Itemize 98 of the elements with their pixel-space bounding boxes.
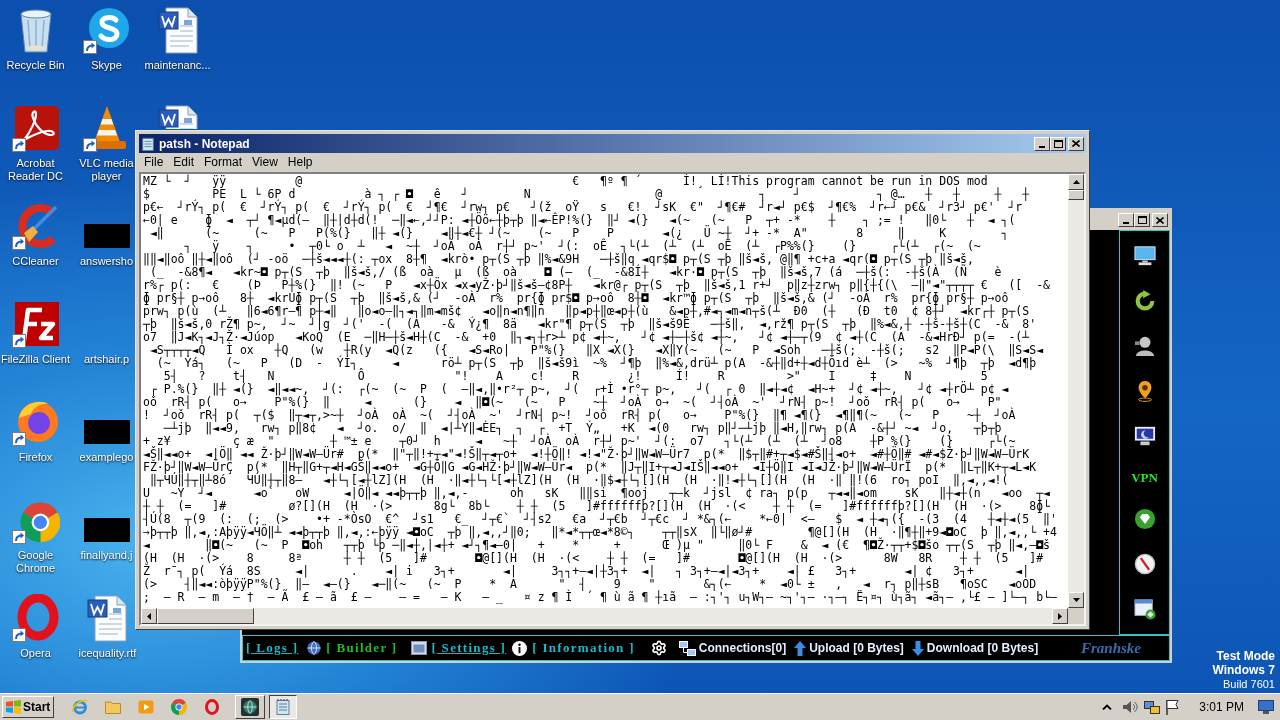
menu-item[interactable]: File: [139, 155, 169, 170]
flag-icon[interactable]: [1165, 699, 1180, 715]
arrow-up-icon: [1072, 180, 1080, 184]
menu-item[interactable]: Edit: [168, 155, 200, 170]
scroll-right-button[interactable]: [1052, 608, 1068, 624]
text-line: r%┌ p(: € (Þ P┼%(} ‖! (~ P ◄x┼Öx ◄x◄yŽ·þ┘‖š◄š–¢8P┼ ◄kr@┌ p┬(S ┬þ ‖š◄š,1 r+┘ p‖z┼zrw┐ p‖{┼{(\ –‖"◄"┬┬┬┬ € ([ -&: [143, 279, 1050, 292]
text-line: ┐ ÿ ┐ • ┬0└ o ┴ ◄ ~┼ ┘oÀ oÀ r┼┘ p~' ┘(: oÊ ┐└(┴ (┴ (┴ oË (┴ ┌P%%(} (} ┌└(┴ ┌(~ (~: [183, 240, 981, 253]
image-thumbnail[interactable]: [83, 518, 130, 542]
text-line: ◄ ‖◘(~ (~ P ◘oh ┬┬þ └þ ─‖◄┼,|◄┼+ ◄┘┐¶◄–0| + * + Œ )µ " ‖0└ F & ◄ (€ ¶◘Ž·┬┬+$◘šo ┬┬(S ┬þ ‖◄,–◘š: [143, 539, 1050, 552]
maximize-icon: [1053, 139, 1063, 148]
scroll-left-button[interactable]: [141, 608, 157, 624]
maximize-button[interactable]: [1050, 136, 1066, 151]
minimize-button[interactable]: [1034, 136, 1050, 151]
speaker-icon[interactable]: [1122, 699, 1139, 715]
window-icon[interactable]: [411, 641, 428, 655]
filezilla-logo-icon[interactable]: [11, 300, 60, 348]
icon-label[interactable]: CCleaner: [12, 255, 59, 268]
desktop-notice-text: Windows 7: [1212, 663, 1275, 677]
icon-label[interactable]: FileZilla Client: [0, 353, 71, 366]
menu-item[interactable]: Format: [199, 155, 248, 170]
close-button[interactable]: [1068, 136, 1084, 151]
arrow-left-icon: [147, 612, 151, 620]
arrow-down-icon: [911, 640, 924, 656]
info-icon[interactable]: [512, 640, 528, 656]
globe-icon[interactable]: [307, 641, 322, 655]
text-line: ┬þ ‖š◄š,0 rŽ¶ p~, ┘~ ┘|g ┘(' -( (A -& Ý¿¶ 8ä ◄kr"¶ p┬(S ┬þ ‖š◄š9Ê ─┼š‖, ◄,rž¶ p┬(S ┬þ ‖%◄&,┼ -┼š-┼š┼(C -& 8': [143, 318, 1037, 331]
chrome-logo-icon[interactable]: [171, 699, 187, 715]
vpn-button[interactable]: VPN: [1131, 470, 1158, 486]
status-text: Upload [0 Bytes]: [809, 640, 904, 657]
minimize-button[interactable]: [1118, 213, 1134, 227]
text-line: ɸ pr§┼ p→oô 8┼ ◄krUɸ p┬(S ┬þ ‖š◄š,& (┘ -oÀ r% pr{ɸ pr$◘ p→oô 8┼◘ ◄kr™ɸ p┬(S ┬þ ‖š◄š,& (┘ -oÀ r% pr{ɸ pr§┼ p→oô: [143, 292, 1009, 305]
text-line: U ~Y ┘◄ ◄o` oW ◄|Ö‖◄ ◄◄þ┬┬þ ‖,◄,- oh sK ‖‖si ¶ooj ┬–k ┘jsl ¢ ra┐ p(p ┬◄◄‖◄om sK ‖┼◄┼(n ◄oo ┬◄: [143, 487, 1050, 500]
opera-logo-icon[interactable]: [11, 594, 60, 642]
text-line: FŽ·þ┘‖W◄W–ÜrÇ p(* ‖H┬‖G+┬◄H◄GŠ‖◄◄o+ ◄G┼Ö‖G ◄G◄HŽ·þ┘‖W◄W–Ür◄ p(* ‖J┬‖I+┬◄J◄IŠ‖◄◄o+ ◄I┼Ö‖I ◄I◄JŽ·þ┘‖W◄W–ÜrÏ p(* ‖L┬‖K+┬◄L◄K: [143, 461, 1037, 474]
scroll-thumb[interactable]: [1068, 190, 1084, 200]
acrobat-logo-icon[interactable]: [11, 104, 60, 152]
icon-label[interactable]: VLC media player: [78, 157, 135, 183]
clock-text[interactable]: 3:01 PM: [1199, 698, 1244, 716]
icon-label[interactable]: answersho: [79, 255, 134, 268]
arrow-up-icon: [794, 640, 807, 656]
close-icon: [1072, 140, 1080, 147]
toolbar-tab[interactable]: [ Builder ]: [326, 640, 398, 656]
status-text: Download [0 Bytes]: [926, 640, 1039, 657]
scrollbar-corner: [1068, 608, 1084, 624]
notepad-icon[interactable]: [141, 136, 155, 151]
minimize-icon: [1039, 145, 1045, 148]
minimize-icon: [1123, 222, 1129, 224]
text-line: Ž r¯┐ p( Ýá 8S ◄| . ◄| i 3┐+ ◄| 3┐┐+–◄|┼3┐+ ◄| ┐ 3┐+–◄|◄3┐+ ◄| £ 3┐+ ◄| ¢ 3┐+ ◄|: [143, 565, 1030, 578]
compass-icon[interactable]: [1133, 553, 1156, 576]
opera-logo-icon[interactable]: [204, 699, 220, 715]
arrow-down-icon: [1072, 598, 1080, 602]
add-window-icon[interactable]: [1133, 598, 1156, 621]
maximize-button[interactable]: [1134, 213, 1150, 227]
skype-logo-icon[interactable]: [82, 6, 131, 54]
status-text: Connections[0]: [698, 640, 787, 657]
ccleaner-logo-icon[interactable]: [11, 202, 60, 250]
globe-icon: [241, 698, 259, 716]
start-button[interactable]: Start: [2, 696, 54, 718]
close-button[interactable]: [1152, 213, 1168, 227]
monitor-icon[interactable]: [1133, 244, 1156, 267]
network-icon[interactable]: [1144, 699, 1161, 715]
settings-icon[interactable]: [650, 640, 667, 656]
windows-logo-icon: [6, 700, 21, 714]
brand-logo-text: Franhske: [1080, 638, 1141, 658]
text-line: MZ └ ┘ ÿÿ @ € ¶º ¶ ´ Í!¸ LÍ!This program cannot be run in DOS mod: [143, 175, 988, 188]
desktop-screen-icon[interactable]: [1133, 425, 1156, 447]
toolbar-tab[interactable]: [ Logs ]: [246, 640, 299, 656]
text-line: ‖┬ЧÚ‖┼┬‖┴8ó ЧÚ‖┼┬‖8– ◄┼└┐[◄┼lZ](H (H ·‖◄┼└┐└[◄┼lZ](H (H ·‖$◄┼└┐[](H (H ·‖!◄┼└┐[](H (H ·‖ ‖!(6 ro┐ poI ‖,◄,,◄!(: [149, 474, 1009, 487]
image-thumbnail[interactable]: [83, 224, 130, 248]
text-line: ; – R – m – † – Ã £ – ã £ – – = – K – _ ¤ z ¶ Ì ´ ¶ ù ã ¶ ┼ıã – :┐'┐ u┐W┐– ~┐'┐– ·┐–┐ Ë┐¤┐ ù┐ã┐ ◄ã┐– ,└£ – ]└–┐ b└–: [143, 591, 1057, 604]
image-thumbnail[interactable]: [83, 420, 130, 444]
icon-label[interactable]: Skype: [91, 59, 122, 72]
icon-label[interactable]: artshair.p: [83, 353, 130, 366]
window-title: patsh - Notepad: [159, 136, 250, 151]
toolbar-tab[interactable]: [ Information ]: [532, 640, 635, 656]
vertical-scrollbar[interactable]: [1068, 174, 1084, 608]
desktop-notice-text: Build 7601: [1223, 677, 1275, 691]
scroll-down-button[interactable]: [1068, 592, 1084, 608]
icon-label[interactable]: Acrobat Reader DC: [0, 157, 71, 183]
scroll-thumb[interactable]: [157, 608, 254, 624]
desktop-notice-text: Test Mode: [1216, 649, 1275, 663]
maximize-icon: [1137, 216, 1147, 224]
chevron-up-icon[interactable]: [1102, 704, 1113, 710]
scroll-up-button[interactable]: [1068, 174, 1084, 190]
close-icon: [1156, 216, 1164, 224]
taskbar-button[interactable]: [269, 695, 297, 719]
menu-item[interactable]: Help: [282, 155, 318, 170]
text-line: o7 ‖J◄K┐◄J┐Ž·◄Júop ◄KoQ (E ─‖H─┼š◄H┼(C -& +0 ‖┐◄┐┼r>┴ p¢ ◄┼~, ┘¢ ◄┼─┼š¢ ◄┼~, ┘¢ ◄┼─┬(9 ¢ ◄┼(C (A -&◄HrÐ┘ p(= -(┴: [143, 331, 1030, 344]
horizontal-scrollbar[interactable]: [141, 608, 1068, 624]
toolbar-tab[interactable]: [ Settings ]: [431, 640, 507, 656]
icon-label[interactable]: Recycle Bin: [6, 59, 65, 72]
menu-item[interactable]: View: [247, 155, 283, 170]
arrow-right-icon: [1058, 612, 1062, 620]
refresh-icon[interactable]: [1133, 289, 1156, 312]
icon-label[interactable]: maintenanc...: [144, 59, 211, 72]
show-desktop-icon[interactable]: [1258, 700, 1274, 714]
network-icon: [678, 640, 696, 656]
person-icon[interactable]: [1133, 334, 1156, 357]
